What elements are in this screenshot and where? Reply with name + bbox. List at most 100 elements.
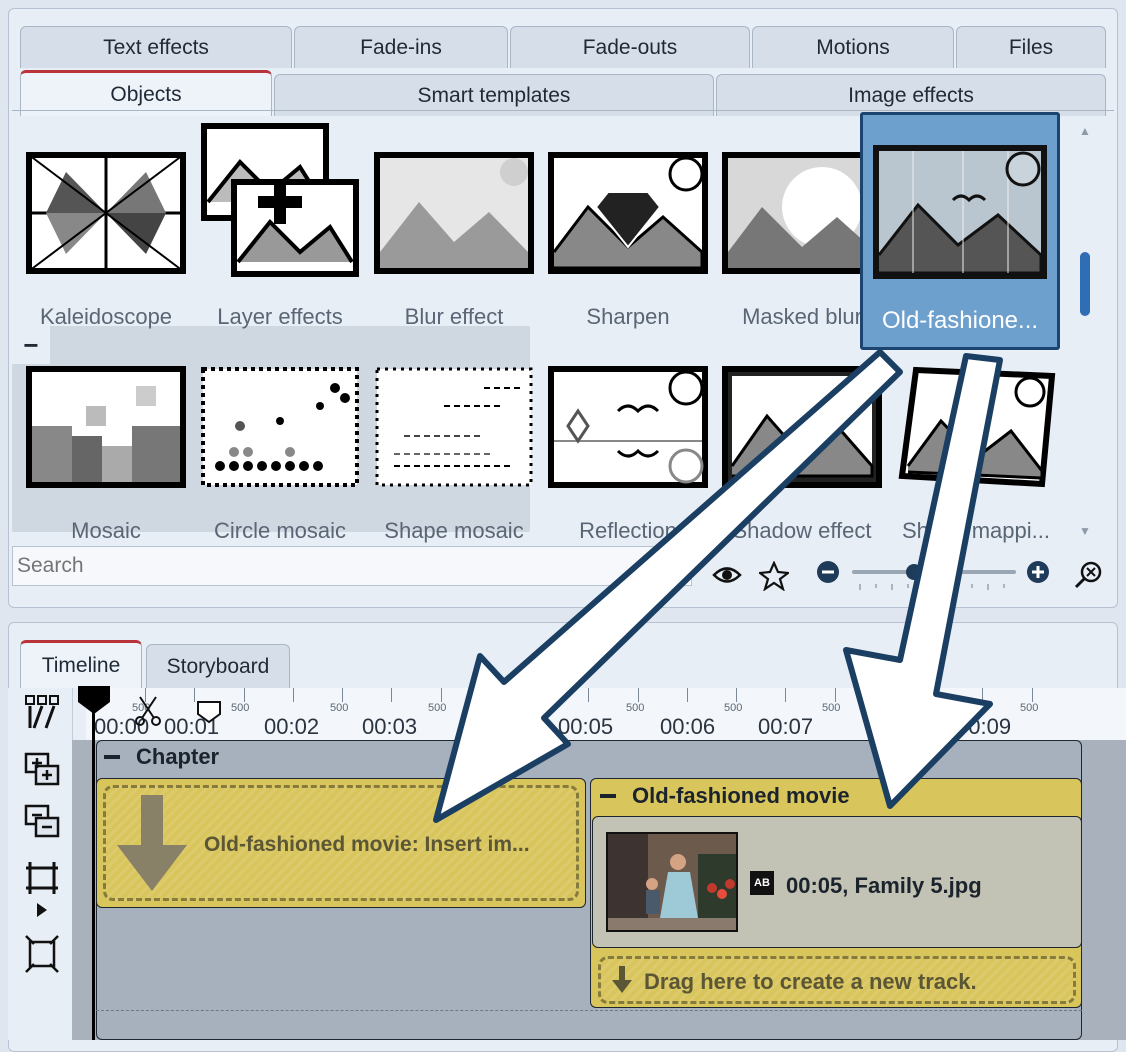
search-input[interactable] (12, 546, 692, 586)
ruler-second-label: 00:02 (264, 714, 320, 739)
scroll-down-icon[interactable]: ▼ (1078, 524, 1092, 538)
badge-label: AB (754, 877, 770, 889)
ruler-half-label: 500 (526, 702, 545, 714)
effect-label: Mosaic (71, 518, 141, 543)
tab-label: Text effects (103, 35, 209, 59)
mosaic-icon (26, 362, 186, 492)
effect-clip-title: Old-fashioned movie (632, 783, 850, 808)
ruler-half-label: 500 (330, 702, 349, 714)
tab-label: Fade-ins (360, 35, 442, 59)
effect-tile-kaleidoscope[interactable]: Kaleidoscope (22, 136, 190, 336)
tab-storyboard[interactable]: Storyboard (146, 644, 290, 688)
tab-label: Motions (816, 35, 890, 59)
tab-label: Fade-outs (582, 35, 678, 59)
new-track-hint: Drag here to create a new track. (644, 969, 977, 994)
playhead[interactable] (92, 688, 95, 1040)
effects-scrollbar[interactable]: ▲ ▼ (1078, 120, 1092, 540)
shadow-effect-icon (722, 362, 882, 492)
playhead-handle-icon[interactable] (78, 686, 110, 714)
transition-badge-icon[interactable]: AB (750, 871, 774, 895)
ruler-second-label: 00:03 (362, 714, 418, 739)
effect-label: Kaleidoscope (39, 304, 173, 329)
tab-fade-outs[interactable]: Fade-outs (510, 26, 750, 68)
ruler-second-label: 00:07 (758, 714, 814, 739)
placeholder-label: Old-fashioned movie: Insert im... (204, 833, 530, 856)
ruler-second-label: 00:09 (956, 714, 1012, 739)
scroll-thumb[interactable] (1080, 252, 1090, 316)
effect-label: Layer effects (217, 304, 343, 329)
effect-label: Blur effect (404, 304, 504, 329)
effect-label: Circle mosaic (213, 518, 347, 543)
effect-tile-blur-effect[interactable]: Blur effect (370, 136, 538, 336)
effect-tile-sharpen[interactable]: Sharpen (544, 136, 712, 336)
zoom-out-icon[interactable] (816, 560, 840, 584)
masked-blur-icon (722, 148, 882, 278)
time-ruler[interactable]: 500 500 500 500 500 500 500 500 500 00:0… (86, 688, 1126, 741)
chapter-collapse-icon[interactable] (104, 755, 120, 759)
effect-label: Old-fashione... (881, 307, 1039, 334)
old-fashioned-icon (873, 145, 1047, 279)
tab-label: Timeline (41, 653, 121, 677)
scissors-icon[interactable] (134, 694, 164, 730)
effect-label: Reflection (579, 518, 677, 543)
marker-icon[interactable] (196, 700, 222, 724)
tab-label: Storyboard (166, 654, 270, 678)
tab-motions[interactable]: Motions (752, 26, 954, 68)
shape-mapping-icon (896, 362, 1056, 492)
image-thumbnail (606, 832, 738, 932)
effect-label: Masked blur (742, 304, 862, 329)
ruler-half-label: 500 (822, 702, 841, 714)
tab-files[interactable]: Files (956, 26, 1106, 68)
track-tools-icon[interactable] (24, 694, 60, 730)
expand-arrow-icon[interactable] (34, 902, 50, 918)
tab-label: Smart templates (417, 83, 571, 107)
remove-track-icon[interactable] (24, 804, 60, 840)
effect-label: Shape mappi... (902, 518, 1050, 543)
ruler-half-label: 500 (428, 702, 447, 714)
circle-mosaic-icon (200, 362, 360, 492)
effect-collapse-icon[interactable] (600, 794, 616, 798)
tab-label: Image effects (848, 83, 974, 107)
image-duration: 00:05, (786, 873, 849, 898)
effect-tile-mosaic[interactable]: Mosaic (22, 350, 190, 550)
effect-tile-shape-mapping[interactable]: Shape mappi... (892, 350, 1060, 550)
track-divider (96, 1010, 1082, 1011)
zoom-fit-icon[interactable] (1074, 560, 1104, 590)
fit-frame-icon[interactable] (24, 934, 60, 974)
ruler-half-label: 500 (1020, 702, 1039, 714)
ruler-half-label: 500 (231, 702, 250, 714)
down-arrow-icon (612, 966, 632, 993)
reflection-icon (548, 362, 708, 492)
effect-tile-circle-mosaic[interactable]: Circle mosaic (196, 350, 364, 550)
effect-tile-shape-mosaic[interactable]: Shape mosaic (370, 350, 538, 550)
shape-mosaic-icon (374, 362, 534, 492)
tab-text-effects[interactable]: Text effects (20, 26, 292, 68)
ruler-second-label: 00:06 (660, 714, 716, 739)
crop-icon[interactable] (24, 860, 60, 900)
sharpen-icon (548, 148, 708, 278)
eye-icon[interactable] (712, 560, 742, 590)
zoom-in-icon[interactable] (1026, 560, 1050, 584)
effect-tile-layer-effects[interactable]: Layer effects (196, 123, 364, 336)
effect-tile-reflection[interactable]: Reflection (544, 350, 712, 550)
zoom-slider[interactable] (852, 562, 1016, 592)
tab-divider (12, 110, 1114, 111)
image-filename: Family 5.jpg (854, 873, 982, 898)
chapter-title: Chapter (136, 744, 220, 769)
insert-arrow-icon (117, 795, 187, 891)
tab-fade-ins[interactable]: Fade-ins (294, 26, 508, 68)
ruler-half-label: 500 (724, 702, 743, 714)
add-track-icon[interactable] (24, 752, 60, 788)
scroll-up-icon[interactable]: ▲ (1078, 124, 1092, 138)
kaleidoscope-icon (26, 148, 186, 278)
effect-tile-old-fashioned-selected[interactable]: Old-fashione... (860, 112, 1060, 350)
layer-effects-icon (200, 123, 360, 278)
ruler-second-label: 00:05 (558, 714, 614, 739)
image-clip-info: 00:05, Family 5.jpg (786, 873, 982, 899)
effect-label: Shape mosaic (384, 518, 524, 543)
star-icon[interactable] (758, 560, 790, 592)
tab-timeline[interactable]: Timeline (20, 640, 142, 688)
effect-tile-shadow-effect[interactable]: Shadow effect (718, 350, 886, 550)
effect-label: Shadow effect (732, 518, 872, 543)
blur-effect-icon (374, 148, 534, 278)
